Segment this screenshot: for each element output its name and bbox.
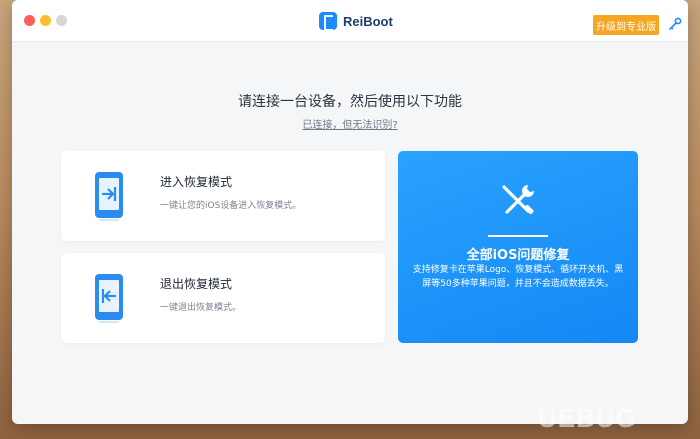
key-icon[interactable] [668, 17, 682, 31]
minimize-window-button[interactable] [40, 15, 51, 26]
upgrade-button[interactable]: 升级到专业版 [593, 15, 659, 35]
exit-recovery-description: 一键退出恢复模式。 [160, 303, 242, 313]
app-name: ReiBoot [343, 13, 393, 29]
connection-help-link[interactable]: 已连接，但无法识别? [12, 116, 688, 131]
enter-recovery-card[interactable]: 进入恢复模式 一键让您的iOS设备进入恢复模式。 [61, 151, 385, 241]
phone-exit-icon [95, 274, 123, 323]
repair-description: 支持修复卡在苹果Logo、恢复模式、循环开关机、黑屏等50多种苹果问题，并且不会… [412, 265, 624, 289]
repair-all-ios-card[interactable]: 全部iOS问题修复 支持修复卡在苹果Logo、恢复模式、循环开关机、黑屏等50多… [398, 151, 638, 343]
reiboot-logo-icon [319, 12, 337, 31]
phone-enter-icon [95, 172, 123, 221]
title-bar: ReiBoot 升级到专业版 [12, 0, 688, 42]
tools-icon [502, 185, 534, 214]
close-window-button[interactable] [24, 15, 35, 26]
exit-recovery-card[interactable]: 退出恢复模式 一键退出恢复模式。 [61, 253, 385, 343]
app-brand: ReiBoot [319, 12, 393, 31]
repair-divider [488, 235, 548, 237]
repair-title: 全部iOS问题修复 [466, 248, 570, 263]
app-window: ReiBoot 升级到专业版 请连接一台设备，然后使用以下功能 已连接，但无法识… [12, 0, 688, 424]
enter-recovery-title: 进入恢复模式 [160, 175, 233, 189]
exit-recovery-title: 退出恢复模式 [160, 277, 233, 291]
enter-recovery-description: 一键让您的iOS设备进入恢复模式。 [160, 201, 302, 211]
page-headline: 请连接一台设备，然后使用以下功能 [238, 94, 462, 110]
maximize-window-button[interactable] [56, 15, 67, 26]
watermark: UEBUG [538, 403, 637, 433]
